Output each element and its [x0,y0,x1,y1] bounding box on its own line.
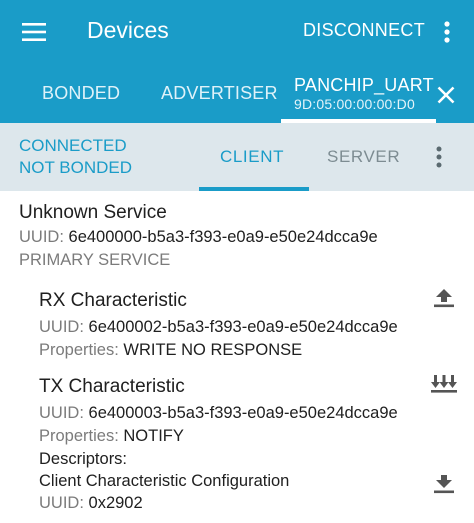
read-descriptor-button[interactable] [429,470,459,498]
connection-menu-button[interactable] [428,141,450,173]
characteristic-uuid: UUID: 6e400003-b5a3-f393-e0a9-e50e24dcca… [39,404,398,423]
connection-status: CONNECTED NOT BONDED [19,135,132,179]
service-uuid: UUID: 6e400000-b5a3-f393-e0a9-e50e24dcca… [19,228,378,247]
uuid-value: 0x2902 [88,494,143,512]
device-name: PANCHIP_UART [294,74,434,95]
characteristic-name[interactable]: TX Characteristic [39,376,185,398]
service-name[interactable]: Unknown Service [19,202,167,224]
client-tab-indicator [199,187,309,191]
write-button[interactable] [429,284,459,312]
menu-button[interactable] [14,16,54,48]
close-device-button[interactable] [433,82,459,108]
uuid-value: 6e400003-b5a3-f393-e0a9-e50e24dcca9e [88,404,398,422]
descriptors-heading: Descriptors: [39,450,128,468]
characteristic-properties: Properties: NOTIFY [39,427,184,446]
uuid-label: UUID: [19,228,64,246]
tab-advertiser[interactable]: ADVERTISER [161,64,278,123]
tab-client[interactable]: CLIENT [220,123,284,191]
more-vert-icon [436,146,442,168]
tab-bonded[interactable]: BONDED [42,64,120,123]
app-bar: Devices DISCONNECT [0,0,474,64]
service-type: PRIMARY SERVICE [19,251,171,269]
page-title: Devices [87,17,169,43]
properties-value: NOTIFY [123,427,184,445]
more-vert-icon [444,21,450,43]
characteristic-properties: Properties: WRITE NO RESPONSE [39,341,302,360]
properties-value: WRITE NO RESPONSE [123,341,303,359]
connection-state: CONNECTED [19,136,127,155]
device-address: 9D:05:00:00:00:D0 [294,95,415,112]
overflow-menu-button[interactable] [432,14,462,50]
device-tabs: BONDED ADVERTISER PANCHIP_UART 9D:05:00:… [0,64,474,123]
characteristic-name[interactable]: RX Characteristic [39,290,187,312]
disconnect-button[interactable]: DISCONNECT [303,20,425,41]
uuid-label: UUID: [39,404,84,422]
properties-label: Properties: [39,341,119,359]
close-icon [437,86,455,104]
descriptor-uuid: UUID: 0x2902 [39,494,143,513]
connection-tab-bar: CONNECTED NOT BONDED CLIENT SERVER [0,123,474,191]
tab-server[interactable]: SERVER [327,123,400,191]
uuid-label: UUID: [39,494,84,512]
bond-state: NOT BONDED [19,158,133,177]
uuid-value: 6e400000-b5a3-f393-e0a9-e50e24dcca9e [68,228,378,246]
descriptor-name[interactable]: Client Characteristic Configuration [39,472,289,491]
hamburger-menu-icon [22,23,46,41]
uuid-value: 6e400002-b5a3-f393-e0a9-e50e24dcca9e [88,318,398,336]
upload-arrow-icon [434,289,454,308]
download-arrow-icon [434,475,454,494]
notify-button[interactable] [429,370,459,398]
uuid-label: UUID: [39,318,84,336]
characteristic-uuid: UUID: 6e400002-b5a3-f393-e0a9-e50e24dcca… [39,318,398,337]
triple-down-arrow-icon [431,375,457,393]
properties-label: Properties: [39,427,119,445]
